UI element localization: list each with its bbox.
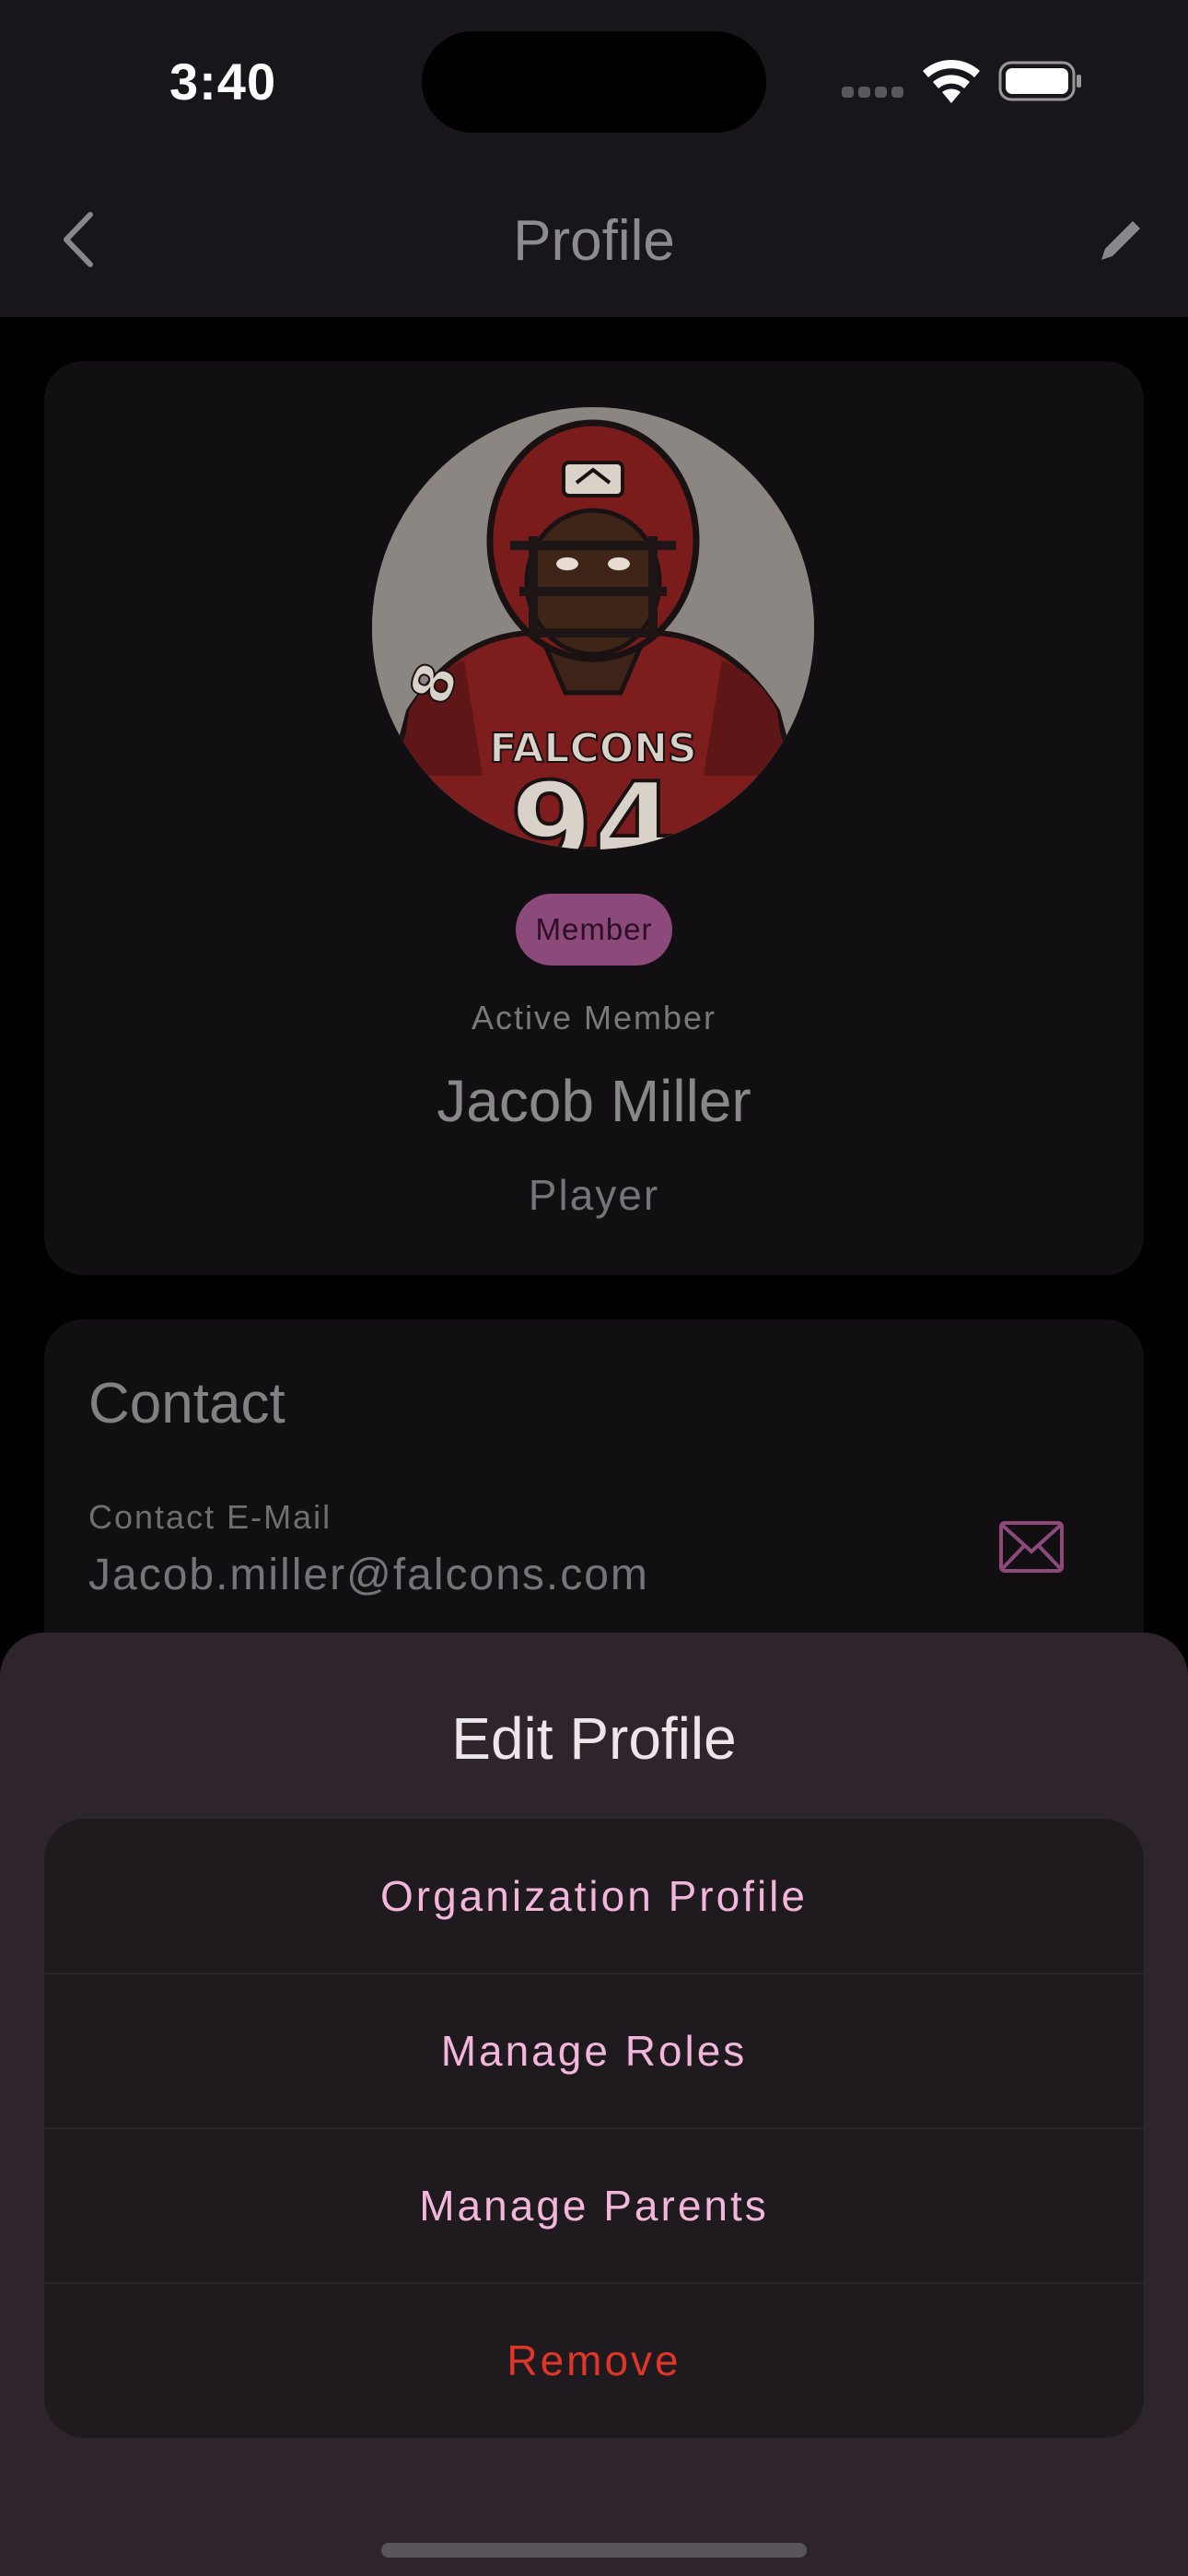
wifi-icon [923, 59, 980, 103]
organization-profile-button[interactable]: Organization Profile [44, 1819, 1144, 1973]
contact-email-label: Contact E-Mail [88, 1498, 332, 1536]
nav-bar: Profile [0, 162, 1188, 317]
edit-button[interactable] [1092, 210, 1151, 269]
manage-roles-button[interactable]: Manage Roles [44, 1973, 1144, 2128]
status-bar: 3:40 [0, 0, 1188, 162]
member-role: Player [528, 1171, 660, 1219]
cellular-signal-icon [842, 87, 904, 98]
avatar: FALCONS 94 8 [372, 407, 814, 849]
dynamic-island [422, 31, 766, 133]
member-name: Jacob Miller [437, 1068, 751, 1134]
contact-email-value: Jacob.miller@falcons.com [88, 1551, 649, 1599]
pencil-icon [1101, 221, 1140, 260]
battery-icon [998, 61, 1081, 101]
sheet-title: Edit Profile [451, 1705, 737, 1772]
jersey-number: 94 [510, 756, 677, 849]
home-indicator[interactable] [381, 2543, 807, 2558]
player-avatar-illustration: FALCONS 94 8 [372, 407, 814, 849]
member-status: Active Member [471, 999, 717, 1036]
manage-parents-button[interactable]: Manage Parents [44, 2128, 1144, 2283]
status-time: 3:40 [169, 53, 277, 111]
sheet-action-list: Organization Profile Manage Roles Manage… [44, 1819, 1144, 2438]
member-badge: Member [516, 894, 672, 966]
screen: 3:40 Profile FALCONS 94 8 Member Active … [0, 0, 1188, 2576]
page-title: Profile [513, 209, 675, 273]
edit-profile-sheet: Edit Profile Organization Profile Manage… [0, 1633, 1188, 2576]
contact-section-title: Contact [88, 1372, 285, 1435]
envelope-icon[interactable] [998, 1520, 1065, 1574]
profile-card: FALCONS 94 8 Member Active Member Jacob … [44, 361, 1144, 1275]
remove-button[interactable]: Remove [44, 2283, 1144, 2438]
